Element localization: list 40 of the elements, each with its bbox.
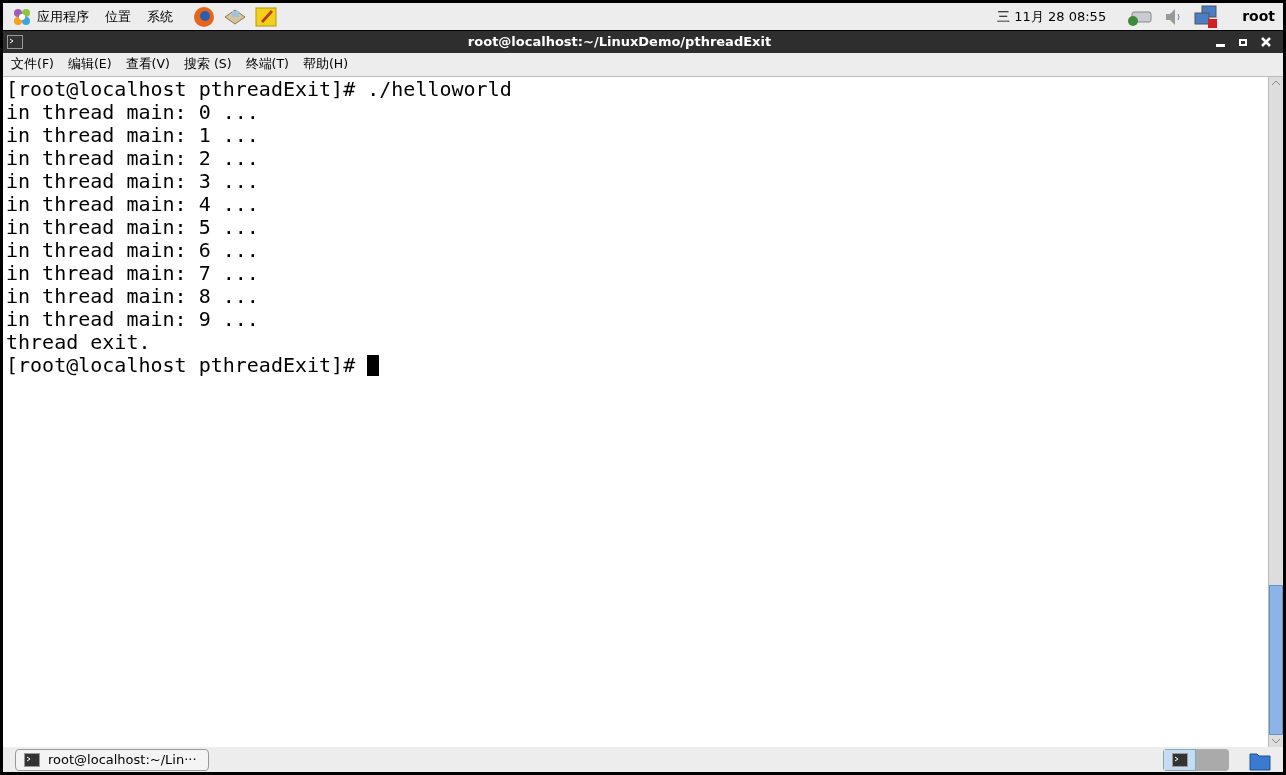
terminal-line: in thread main: 5 ... [6,216,259,239]
terminal-icon [1171,752,1188,767]
panel-menu[interactable]: 应用程序 [37,6,89,27]
terminal-line: in thread main: 6 ... [6,239,259,262]
scroll-thumb[interactable] [1269,585,1283,735]
terminal-icon [7,35,23,49]
terminal-line: in thread main: 8 ... [6,285,259,308]
terminal-line: in thread main: 2 ... [6,147,259,170]
terminal-line: in thread main: 4 ... [6,193,259,216]
terminal-line: in thread main: 1 ... [6,124,259,147]
terminal-line: in thread main: 7 ... [6,262,259,285]
panel-menu[interactable]: 系统 [147,6,173,27]
window-title: root@localhost:~/LinuxDemo/pthreadExit [466,33,773,52]
maximize-icon[interactable] [1239,38,1247,46]
globe-browser-icon[interactable] [193,5,215,28]
user-name[interactable]: root [1242,6,1275,27]
terminal-icon [24,752,40,767]
notepad-pencil-icon[interactable] [255,5,277,28]
workspace-switcher[interactable] [1163,748,1196,771]
terminal-line: [root@localhost pthreadExit]# ./helloworld [6,78,512,101]
terminal-line: in thread main: 3 ... [6,170,259,193]
terminal-line: in thread main: 0 ... [6,101,259,124]
minimize-icon[interactable] [1216,43,1225,47]
menu-item[interactable]: 搜索 (S) [183,55,232,74]
taskbar-button[interactable]: root@localhost:~/Lin··· [15,748,209,771]
terminal-line: [root@localhost pthreadExit]# [6,354,357,377]
menu-item[interactable]: 终端(T) [245,55,289,74]
workspace-switcher[interactable] [1196,748,1229,771]
panel-menu[interactable]: 位置 [105,6,131,27]
clock[interactable]: 三 11月 28 08:55 [997,6,1107,27]
network-error-icon[interactable] [1194,4,1219,29]
menu-item[interactable]: 查看(V) [125,55,170,74]
menu-item[interactable]: 文件(F) [11,55,54,74]
menu-item[interactable]: 编辑(E) [67,55,112,74]
scrollbar[interactable] [1268,77,1283,747]
menu-item[interactable]: 帮助(H) [303,55,349,74]
terminal-line: thread exit. [6,331,151,354]
flower-logo-icon[interactable] [11,6,33,27]
close-icon[interactable] [1261,37,1271,47]
terminal-line: in thread main: 9 ... [6,308,259,331]
